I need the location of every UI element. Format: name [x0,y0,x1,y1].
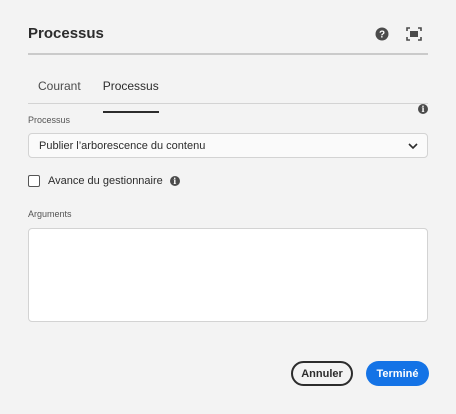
processus-select[interactable]: Publier l’arborescence du contenu [28,133,428,158]
workflow-dialog: Processus ? Courant Processus i Processu… [0,0,456,414]
chevron-down-icon [408,141,418,153]
fullscreen-icon[interactable] [406,26,422,42]
handler-advance-checkbox[interactable] [28,175,40,187]
cancel-button[interactable]: Annuler [291,361,353,386]
arguments-label: Arguments [28,209,72,219]
help-icon[interactable]: ? [374,26,390,42]
arguments-textarea[interactable] [28,228,428,322]
header-divider [28,53,428,55]
dialog-title: Processus [28,25,104,42]
tabs-divider [28,103,428,104]
info-icon[interactable]: i [169,176,180,186]
svg-text:?: ? [379,30,385,41]
processus-select-value: Publier l’arborescence du contenu [39,139,206,152]
handler-advance-label: Avance du gestionnaire [48,175,163,187]
tab-courant[interactable]: Courant [38,76,81,103]
tab-processus[interactable]: Processus [102,76,159,113]
done-button[interactable]: Terminé [366,361,429,386]
tab-bar: Courant Processus [28,76,181,113]
processus-label: Processus [28,115,71,125]
info-icon[interactable]: i [418,104,428,114]
handler-advance-option[interactable]: Avance du gestionnaire i [28,175,180,187]
